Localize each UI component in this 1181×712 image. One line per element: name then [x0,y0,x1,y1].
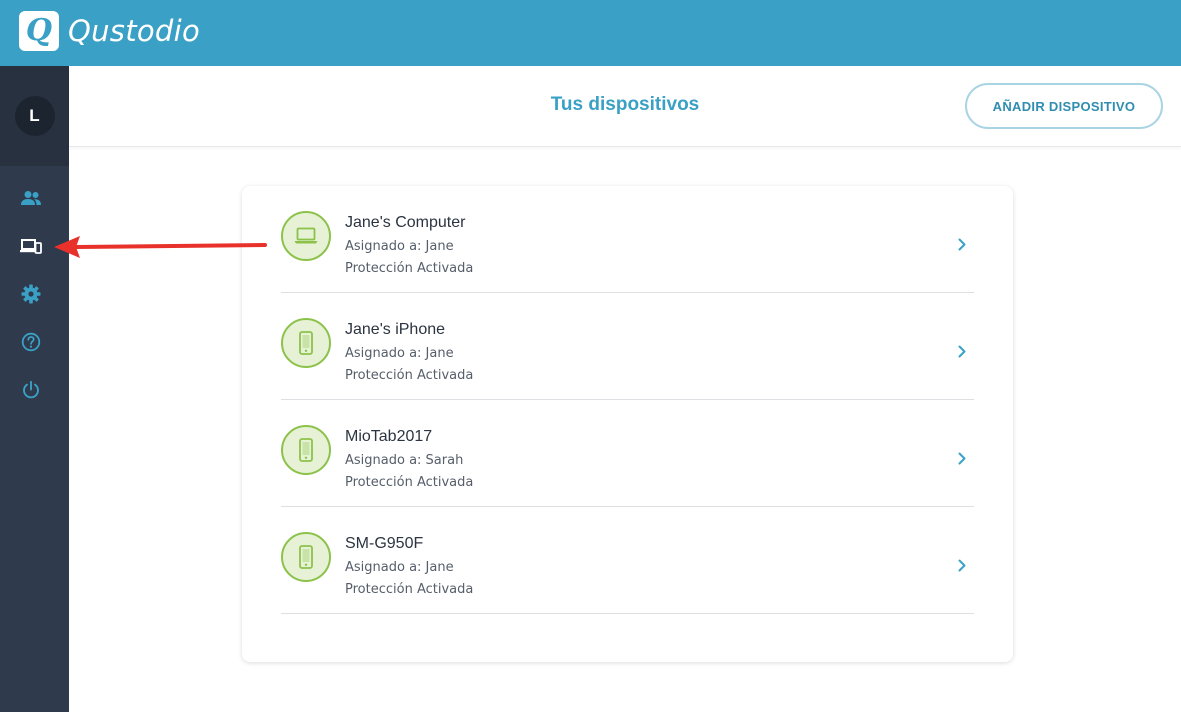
device-row[interactable]: Jane's iPhone Asignado a: Jane Protecció… [281,293,974,400]
add-device-button[interactable]: AÑADIR DISPOSITIVO [965,83,1163,129]
sidebar: L [0,66,69,712]
chevron-right-icon[interactable] [955,343,969,359]
power-icon [23,380,39,399]
question-icon [21,332,41,352]
chevron-right-icon[interactable] [955,450,969,466]
top-bar: Q Qustodio [0,0,1181,66]
sidebar-item-settings[interactable] [0,274,62,314]
sidebar-user: L [0,66,69,166]
device-status: Protección Activada [345,475,474,490]
device-name: Jane's Computer [345,214,466,231]
devices-icon [20,239,42,254]
sidebar-item-devices[interactable] [0,226,62,266]
device-row[interactable]: Jane's Computer Asignado a: Jane Protecc… [281,186,974,293]
device-icon-circle [281,425,331,475]
logo-text: Qustodio [68,14,201,48]
device-icon-circle [281,532,331,582]
qustodio-logo[interactable]: Q Qustodio [19,11,200,51]
device-name: Jane's iPhone [345,321,446,338]
sidebar-item-family[interactable] [0,178,62,218]
device-icon-circle [281,211,331,261]
gear-icon [21,284,41,304]
device-status: Protección Activada [345,582,474,597]
device-status: Protección Activada [345,368,474,383]
phone-icon [299,438,313,462]
sidebar-item-help[interactable] [0,322,62,362]
logo-mark: Q [19,11,59,51]
sidebar-item-logout[interactable] [0,370,62,410]
avatar[interactable]: L [14,96,55,136]
device-status: Protección Activada [345,261,474,276]
phone-icon [299,331,313,355]
chevron-right-icon[interactable] [955,557,969,573]
device-row[interactable]: MioTab2017 Asignado a: Sarah Protección … [281,400,974,507]
phone-icon [299,545,313,569]
device-name: SM-G950F [345,535,424,552]
people-icon [21,191,41,205]
logo-letter: Q [25,13,53,48]
page-header: Tus dispositivos AÑADIR DISPOSITIVO [69,66,1181,147]
device-assigned: Asignado a: Sarah [345,453,464,468]
annotation-arrow-icon [54,236,267,258]
device-icon-circle [281,318,331,368]
device-assigned: Asignado a: Jane [345,346,454,361]
chevron-right-icon[interactable] [955,236,969,252]
devices-card: Jane's Computer Asignado a: Jane Protecc… [242,186,1013,662]
device-name: MioTab2017 [345,428,433,445]
device-row[interactable]: SM-G950F Asignado a: Jane Protección Act… [281,507,974,614]
laptop-icon [294,227,318,244]
device-assigned: Asignado a: Jane [345,239,454,254]
device-assigned: Asignado a: Jane [345,560,454,575]
